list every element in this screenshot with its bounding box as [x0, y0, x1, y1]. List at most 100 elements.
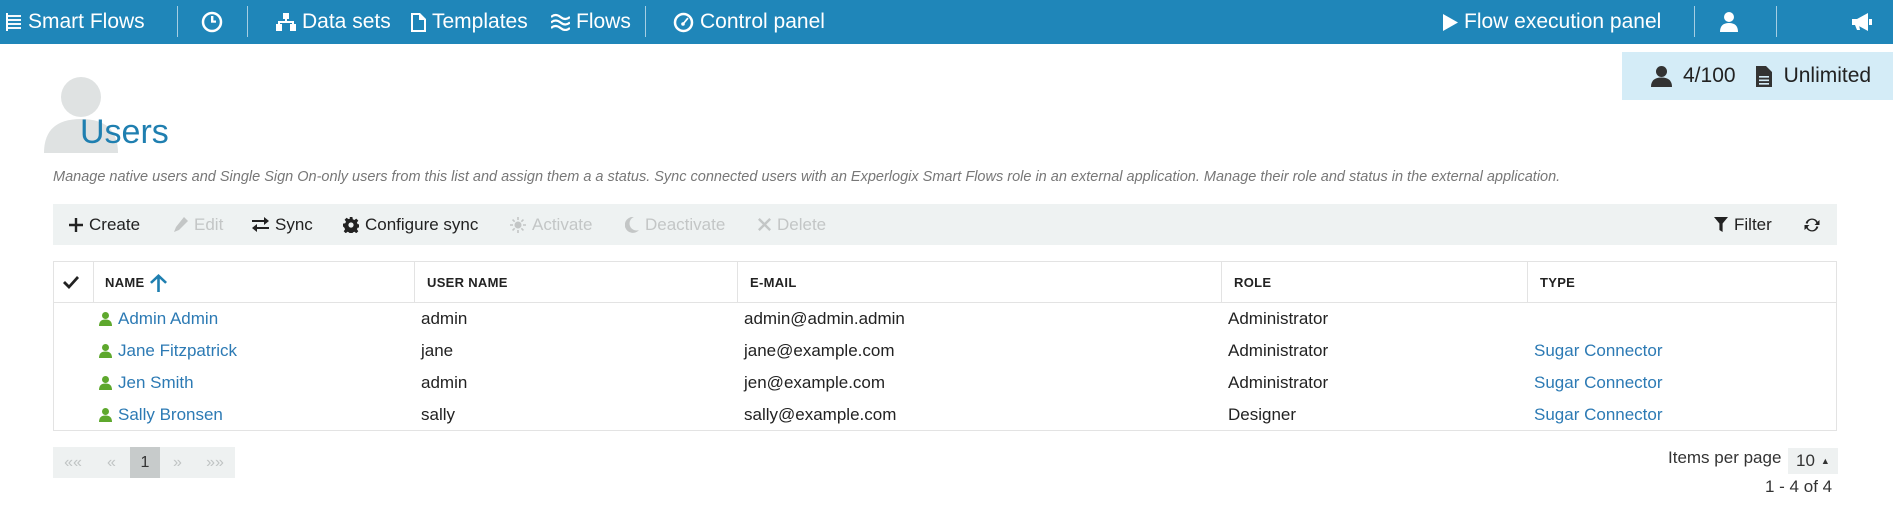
play-icon — [1443, 13, 1458, 31]
edit-button[interactable]: Edit — [173, 204, 223, 245]
user-quota: 4/100 — [1683, 64, 1736, 87]
user-icon — [1720, 12, 1738, 32]
nav-templates-label: Templates — [432, 10, 528, 33]
previous-page-button[interactable]: « — [93, 447, 130, 478]
table-row[interactable]: Admin Admin admin admin@admin.admin Admi… — [54, 303, 1836, 335]
next-page-button[interactable]: » — [160, 447, 195, 478]
pagination-range: 1 - 4 of 4 — [1765, 477, 1833, 496]
sort-ascending-icon — [150, 273, 168, 292]
table-row[interactable]: Sally Bronsen sally sally@example.com De… — [54, 399, 1836, 431]
user-icon — [99, 408, 112, 422]
nav-divider — [247, 6, 248, 37]
waves-icon — [551, 13, 570, 31]
user-email: jane@example.com — [744, 341, 895, 360]
document-icon — [1755, 65, 1772, 87]
column-header-role[interactable]: ROLE — [1234, 262, 1271, 303]
check-icon — [63, 276, 79, 289]
refresh-button[interactable] — [1804, 204, 1826, 245]
nav-flows[interactable]: Flows — [551, 0, 631, 44]
user-name-link[interactable]: Jen Smith — [99, 367, 194, 399]
column-divider — [737, 262, 738, 303]
file-icon — [411, 12, 426, 32]
user-email: admin@admin.admin — [744, 309, 905, 328]
megaphone-icon — [1852, 13, 1872, 31]
user-role: Administrator — [1228, 309, 1329, 328]
user-name: Sally Bronsen — [118, 405, 223, 424]
user-username: admin — [421, 309, 468, 328]
deactivate-button[interactable]: Deactivate — [625, 204, 725, 245]
first-page-button[interactable]: «« — [53, 447, 93, 478]
grid-header: NAME USER NAME E-MAIL ROLE TYPE — [54, 262, 1836, 303]
edit-button-label: Edit — [194, 214, 224, 234]
column-divider — [1221, 262, 1222, 303]
nav-execution-panel[interactable]: Flow execution panel — [1443, 0, 1661, 44]
user-name-link[interactable]: Jane Fitzpatrick — [99, 335, 237, 367]
table-row[interactable]: Jen Smith admin jen@example.com Administ… — [54, 367, 1836, 399]
table-row[interactable]: Jane Fitzpatrick jane jane@example.com A… — [54, 335, 1836, 367]
nav-divider — [645, 6, 646, 37]
user-username: sally — [421, 405, 456, 424]
user-username: jane — [421, 341, 454, 360]
items-per-page-value: 10 — [1796, 451, 1815, 470]
delete-button[interactable]: Delete — [758, 204, 826, 245]
nav-datasets[interactable]: Data sets — [276, 0, 391, 44]
user-type[interactable]: Sugar Connector — [1534, 399, 1663, 431]
user-email: jen@example.com — [744, 373, 886, 392]
column-divider — [93, 262, 94, 303]
grid-toolbar: Create Edit Sync Configure sync Activate… — [53, 204, 1837, 245]
close-icon — [758, 218, 771, 231]
create-button[interactable]: Create — [69, 204, 140, 245]
user-role: Administrator — [1228, 373, 1329, 392]
items-per-page-label: Items per page — [1668, 448, 1782, 467]
nav-user-menu[interactable] — [1720, 0, 1744, 44]
exchange-icon — [252, 217, 269, 232]
nav-flows-label: Flows — [576, 10, 631, 33]
user-icon — [1651, 65, 1672, 87]
nav-brand-label: Smart Flows — [28, 10, 145, 33]
column-header-name-label: NAME — [105, 275, 145, 290]
nav-divider — [1694, 6, 1695, 37]
quota-panel: 4/100 Unlimited — [1622, 52, 1893, 100]
document-quota: Unlimited — [1783, 64, 1872, 87]
user-name: Admin Admin — [118, 309, 219, 328]
column-header-username[interactable]: USER NAME — [427, 262, 508, 303]
layers-icon — [6, 13, 21, 31]
column-header-email[interactable]: E-MAIL — [750, 262, 797, 303]
nav-divider — [1776, 6, 1777, 37]
sync-button[interactable]: Sync — [252, 204, 313, 245]
column-header-type[interactable]: TYPE — [1540, 262, 1575, 303]
nav-brand[interactable]: Smart Flows — [6, 0, 145, 44]
nav-control-panel[interactable]: Control panel — [673, 0, 825, 44]
sitemap-icon — [276, 13, 296, 31]
nav-history[interactable] — [201, 0, 229, 44]
nav-announcements[interactable] — [1852, 0, 1878, 44]
dashboard-icon — [673, 12, 694, 32]
configure-sync-button-label: Configure sync — [365, 214, 479, 234]
select-all-checkbox[interactable] — [63, 262, 79, 303]
current-page-button[interactable]: 1 — [130, 447, 160, 478]
items-per-page-select[interactable]: 10 ▲ — [1788, 448, 1838, 474]
user-email: sally@example.com — [744, 405, 897, 424]
nav-control-panel-label: Control panel — [700, 10, 825, 33]
user-icon — [99, 376, 112, 390]
user-name-link[interactable]: Admin Admin — [99, 303, 218, 335]
user-type[interactable]: Sugar Connector — [1534, 335, 1663, 367]
filter-icon — [1714, 217, 1728, 232]
user-name: Jane Fitzpatrick — [118, 341, 238, 360]
sun-icon — [510, 216, 526, 233]
user-name-link[interactable]: Sally Bronsen — [99, 399, 223, 431]
last-page-button[interactable]: »» — [195, 447, 235, 478]
filter-button[interactable]: Filter — [1714, 204, 1772, 245]
user-type[interactable]: Sugar Connector — [1534, 367, 1663, 399]
column-header-name[interactable]: NAME — [105, 262, 168, 303]
column-divider — [1527, 262, 1528, 303]
nav-execution-panel-label: Flow execution panel — [1464, 10, 1662, 33]
nav-templates[interactable]: Templates — [411, 0, 528, 44]
activate-button[interactable]: Activate — [510, 204, 592, 245]
plus-icon — [69, 217, 83, 232]
user-role: Designer — [1228, 405, 1297, 424]
filter-button-label: Filter — [1734, 214, 1772, 234]
nav-divider — [177, 6, 178, 37]
configure-sync-button[interactable]: Configure sync — [343, 204, 478, 245]
user-username: admin — [421, 373, 468, 392]
